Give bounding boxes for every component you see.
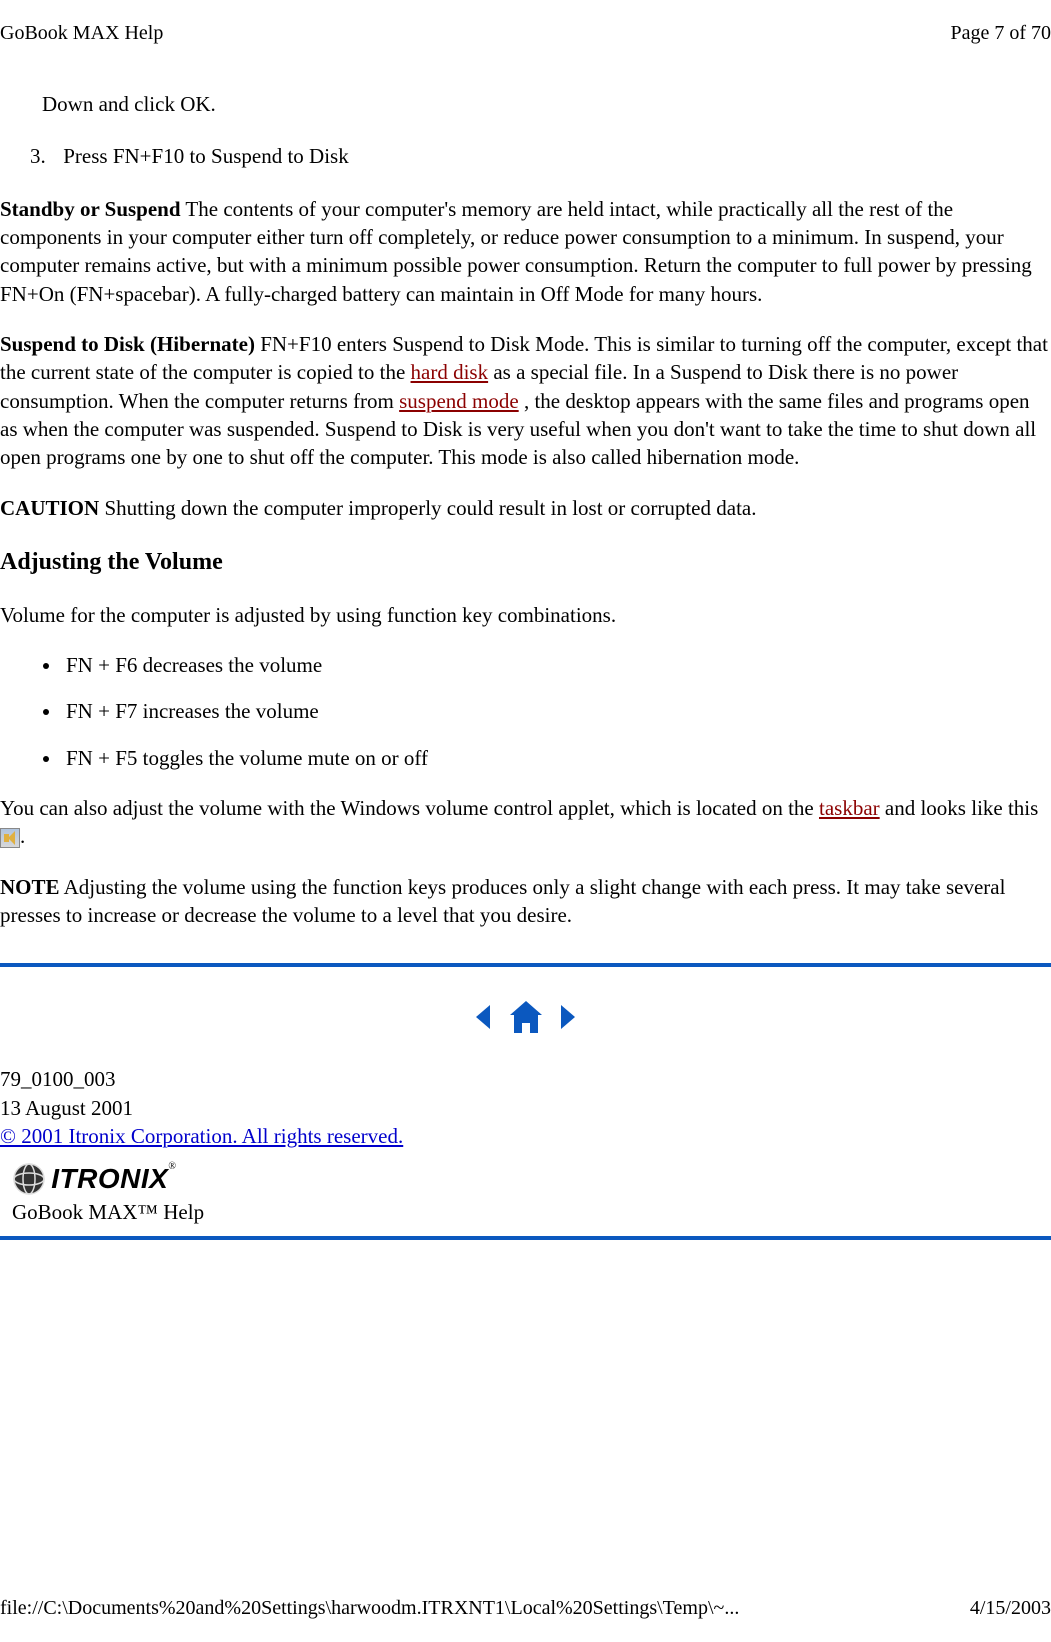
globe-icon [12,1162,46,1196]
note-label: NOTE [0,875,60,899]
document-body: Down and click OK. 3. Press FN+F10 to Su… [0,90,1051,1240]
title-table: ITRONIX® GoBook MAX™ Help [0,1150,1051,1240]
hard-disk-link[interactable]: hard disk [411,360,489,384]
note-paragraph: NOTE Adjusting the volume using the func… [0,873,1051,930]
taskbar-link[interactable]: taskbar [819,796,880,820]
page-header: GoBook MAX Help Page 7 of 70 [0,20,1051,47]
ordered-list-item-3: 3. Press FN+F10 to Suspend to Disk [30,142,1051,170]
list-item: FN + F7 increases the volume [62,697,1051,725]
header-title: GoBook MAX Help [0,20,163,47]
divider [0,963,1051,967]
logo-box: ITRONIX® [0,1150,1051,1198]
standby-paragraph: Standby or Suspend The contents of your … [0,195,1051,308]
arrow-right-icon [557,1001,579,1033]
page-footer: file://C:\Documents%20and%20Settings\har… [0,1595,1051,1622]
hibernate-paragraph: Suspend to Disk (Hibernate) FN+F10 enter… [0,330,1051,472]
doc-footer-block: 79_0100_003 13 August 2001 © 2001 Itroni… [0,1065,1051,1150]
vol-t1: You can also adjust the volume with the … [0,796,819,820]
vol-t2: and looks like this [880,796,1039,820]
hibernate-label: Suspend to Disk (Hibernate) [0,332,255,356]
list-item: FN + F5 toggles the volume mute on or of… [62,744,1051,772]
nav-next-button[interactable] [554,1003,582,1027]
caution-text: Shutting down the computer improperly co… [99,496,756,520]
footer-date: 4/15/2003 [970,1595,1051,1622]
caution-paragraph: CAUTION Shutting down the computer impro… [0,494,1051,522]
volume-heading: Adjusting the Volume [0,546,1051,578]
list-item: FN + F6 decreases the volume [62,651,1051,679]
note-text: Adjusting the volume using the function … [0,875,1005,927]
logo-text: ITRONIX [51,1160,168,1198]
footer-path: file://C:\Documents%20and%20Settings\har… [0,1595,739,1622]
volume-bullets: FN + F6 decreases the volume FN + F7 inc… [62,651,1051,772]
continued-list-item: Down and click OK. [42,90,1051,118]
nav-home-button[interactable] [503,1003,554,1027]
nav-row [0,997,1051,1037]
copyright-link[interactable]: © 2001 Itronix Corporation. All rights r… [0,1124,403,1148]
help-title: GoBook MAX™ Help [0,1198,1051,1234]
volume-icon [0,828,20,848]
standby-label: Standby or Suspend [0,197,181,221]
header-page: Page 7 of 70 [950,20,1051,47]
caution-label: CAUTION [0,496,99,520]
list-number: 3. [30,142,58,170]
list-item-text: Press FN+F10 to Suspend to Disk [63,144,348,168]
volume-applet-paragraph: You can also adjust the volume with the … [0,794,1051,851]
volume-intro: Volume for the computer is adjusted by u… [0,601,1051,629]
vol-t3: . [20,824,25,848]
home-icon [506,997,546,1037]
suspend-mode-link[interactable]: suspend mode [399,389,519,413]
doc-number: 79_0100_003 [0,1065,1051,1093]
arrow-left-icon [472,1001,494,1033]
nav-prev-button[interactable] [469,1003,502,1027]
doc-date: 13 August 2001 [0,1094,1051,1122]
